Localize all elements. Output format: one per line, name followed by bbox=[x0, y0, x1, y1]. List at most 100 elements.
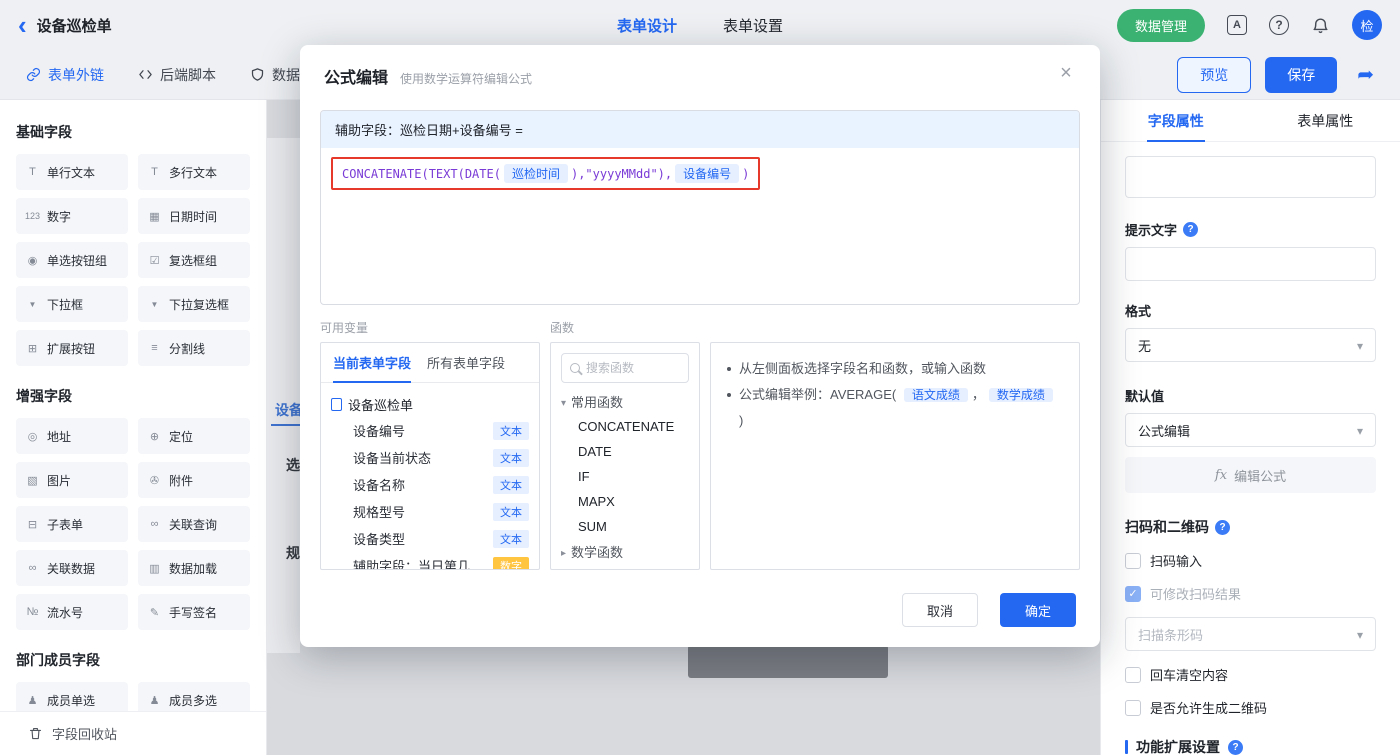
dropdown-icon: ▼ bbox=[28, 299, 37, 309]
divider-icon: ≡ bbox=[151, 342, 158, 354]
checkbox-unchecked[interactable] bbox=[1125, 699, 1141, 716]
tab-form-properties[interactable]: 表单属性 bbox=[1251, 100, 1400, 141]
palette-item-image[interactable]: ▧ 图片 bbox=[16, 462, 128, 498]
variable-field-row[interactable]: 设备类型 文本 bbox=[331, 525, 529, 552]
checkbox-enter-clear[interactable]: 回车清空内容 bbox=[1125, 665, 1376, 684]
field-chip-inspection-time[interactable]: 巡检时间 bbox=[503, 164, 568, 183]
toolbar-item-backend-script[interactable]: 后端脚本 bbox=[138, 65, 216, 85]
palette-item-attachment[interactable]: ✇ 附件 bbox=[138, 462, 250, 498]
variable-field-row[interactable]: 设备名称 文本 bbox=[331, 471, 529, 498]
palette-item-label: 单选按钮组 bbox=[47, 253, 108, 268]
data-manage-button[interactable]: 数据管理 bbox=[1116, 8, 1205, 42]
function-search[interactable] bbox=[561, 353, 689, 383]
variable-field-row[interactable]: 规格型号 文本 bbox=[331, 498, 529, 525]
tab-form-settings[interactable]: 表单设置 bbox=[723, 15, 783, 36]
help-icon[interactable] bbox=[1269, 15, 1289, 35]
chevron-down-icon bbox=[1357, 423, 1363, 438]
default-value-select[interactable]: 公式编辑 bbox=[1125, 413, 1376, 447]
trash-icon bbox=[29, 727, 42, 740]
translate-icon[interactable] bbox=[1227, 15, 1247, 35]
close-icon[interactable]: × bbox=[1054, 61, 1078, 85]
checkbox-allow-qrcode[interactable]: 是否允许生成二维码 bbox=[1125, 698, 1376, 717]
function-item-date[interactable]: DATE bbox=[551, 439, 699, 464]
palette-item-datetime[interactable]: ▦ 日期时间 bbox=[138, 198, 250, 234]
scan-section-title: 扫码和二维码 bbox=[1125, 519, 1209, 535]
cancel-button[interactable]: 取消 bbox=[902, 593, 978, 627]
notification-bell-icon[interactable] bbox=[1311, 16, 1330, 35]
function-group-common[interactable]: 常用函数 bbox=[551, 389, 699, 414]
function-item-concatenate[interactable]: CONCATENATE bbox=[551, 414, 699, 439]
tab-current-form-fields[interactable]: 当前表单字段 bbox=[333, 353, 412, 383]
checkbox-icon: ☑ bbox=[149, 254, 160, 267]
checkbox-scan-modifiable[interactable]: 可修改扫码结果 bbox=[1125, 584, 1376, 603]
function-group-math[interactable]: 数学函数 bbox=[551, 539, 699, 564]
palette-item-serial-number[interactable]: № 流水号 bbox=[16, 594, 128, 630]
palette-item-address[interactable]: ◎ 地址 bbox=[16, 418, 128, 454]
checkbox-unchecked[interactable] bbox=[1125, 552, 1141, 569]
edit-formula-button[interactable]: fx 编辑公式 bbox=[1125, 457, 1376, 493]
palette-item-dropdown-multi[interactable]: ▼ 下拉复选框 bbox=[138, 286, 250, 322]
tip-line: 从左侧面板选择字段名和函数，或输入函数 bbox=[727, 356, 1063, 382]
palette-item-number[interactable]: 123 数字 bbox=[16, 198, 128, 234]
field-title-input[interactable] bbox=[1125, 156, 1376, 198]
palette-item-location[interactable]: ⊕ 定位 bbox=[138, 418, 250, 454]
variable-field-row[interactable]: 设备当前状态 文本 bbox=[331, 444, 529, 471]
checkbox-checked[interactable] bbox=[1125, 585, 1141, 602]
palette-item-multi-line-text[interactable]: T 多行文本 bbox=[138, 154, 250, 190]
document-icon bbox=[331, 397, 342, 411]
save-button[interactable]: 保存 bbox=[1265, 56, 1338, 93]
canvas-dimmed-button[interactable] bbox=[688, 645, 888, 678]
help-circle-icon[interactable] bbox=[1183, 222, 1199, 237]
palette-item-checkbox-group[interactable]: ☑ 复选框组 bbox=[138, 242, 250, 278]
help-circle-icon[interactable] bbox=[1228, 739, 1243, 755]
palette-item-extend-button[interactable]: ⊞ 扩展按钮 bbox=[16, 330, 128, 366]
function-item-mapx[interactable]: MAPX bbox=[551, 489, 699, 514]
field-chip-device-number[interactable]: 设备编号 bbox=[675, 164, 740, 183]
variable-field-row[interactable]: 辅助字段：当日第几次... 数字 bbox=[331, 552, 529, 569]
function-search-input[interactable] bbox=[586, 361, 680, 375]
tab-form-design[interactable]: 表单设计 bbox=[617, 15, 677, 36]
confirm-button[interactable]: 确定 bbox=[1000, 593, 1076, 627]
people-icon: ♟ bbox=[149, 694, 160, 707]
preview-button[interactable]: 预览 bbox=[1177, 56, 1252, 93]
help-circle-icon[interactable] bbox=[1215, 519, 1230, 535]
function-item-if[interactable]: IF bbox=[551, 464, 699, 489]
variable-field-row[interactable]: 设备编号 文本 bbox=[331, 417, 529, 444]
palette-item-label: 成员多选 bbox=[169, 693, 218, 708]
modal-subtitle: 使用数学运算符编辑公式 bbox=[400, 72, 533, 86]
canvas-tab-device[interactable]: 设备 bbox=[275, 400, 303, 420]
user-avatar[interactable]: 检 bbox=[1352, 10, 1382, 40]
formula-target-label: 辅助字段：巡检日期+设备编号 = bbox=[321, 111, 1079, 148]
palette-item-linked-data[interactable]: ∞ 关联数据 bbox=[16, 550, 128, 586]
palette-item-radio-group[interactable]: ◉ 单选按钮组 bbox=[16, 242, 128, 278]
formula-editor-area[interactable]: CONCATENATE(TEXT(DATE( 巡检时间 ),"yyyyMMdd"… bbox=[321, 148, 1079, 304]
palette-item-signature[interactable]: ✎ 手写签名 bbox=[138, 594, 250, 630]
hint-text-input[interactable] bbox=[1125, 247, 1376, 281]
function-group-text[interactable]: 文本函数 bbox=[551, 564, 699, 569]
palette-item-linked-query[interactable]: ∞ 关联查询 bbox=[138, 506, 250, 542]
properties-panel: 字段属性 表单属性 提示文字 格式 无 默认值 公式编辑 fx 编辑公式 扫码和二… bbox=[1100, 100, 1400, 755]
palette-item-dropdown[interactable]: ▼ 下拉框 bbox=[16, 286, 128, 322]
tip-example-text: 公式编辑举例：AVERAGE( 语文成绩，数学成绩 ) bbox=[739, 382, 1063, 434]
field-recycle-bin[interactable]: 字段回收站 bbox=[0, 711, 266, 755]
section-title-basic-fields: 基础字段 bbox=[16, 124, 72, 140]
available-variables-label: 可用变量 bbox=[320, 321, 369, 335]
back-icon[interactable] bbox=[18, 15, 27, 35]
multi-line-text-icon: T bbox=[151, 166, 158, 178]
palette-item-subform[interactable]: ⊟ 子表单 bbox=[16, 506, 128, 542]
palette-item-single-line-text[interactable]: T 单行文本 bbox=[16, 154, 128, 190]
checkbox-unchecked[interactable] bbox=[1125, 666, 1141, 683]
palette-item-label: 数据加载 bbox=[169, 561, 218, 576]
toolbar-item-external-link[interactable]: 表单外链 bbox=[26, 65, 104, 85]
tab-all-form-fields[interactable]: 所有表单字段 bbox=[427, 353, 505, 382]
variables-tree-root[interactable]: 设备巡检单 bbox=[331, 391, 529, 417]
format-select[interactable]: 无 bbox=[1125, 328, 1376, 362]
share-icon[interactable] bbox=[1357, 62, 1374, 87]
palette-item-divider[interactable]: ≡ 分割线 bbox=[138, 330, 250, 366]
tab-field-properties[interactable]: 字段属性 bbox=[1101, 100, 1251, 141]
palette-item-data-load[interactable]: ▥ 数据加载 bbox=[138, 550, 250, 586]
checkbox-scan-input[interactable]: 扫码输入 bbox=[1125, 551, 1376, 570]
function-item-sum[interactable]: SUM bbox=[551, 514, 699, 539]
barcode-select[interactable]: 扫描条形码 bbox=[1125, 617, 1376, 651]
tip-text: 从左侧面板选择字段名和函数，或输入函数 bbox=[739, 361, 987, 376]
